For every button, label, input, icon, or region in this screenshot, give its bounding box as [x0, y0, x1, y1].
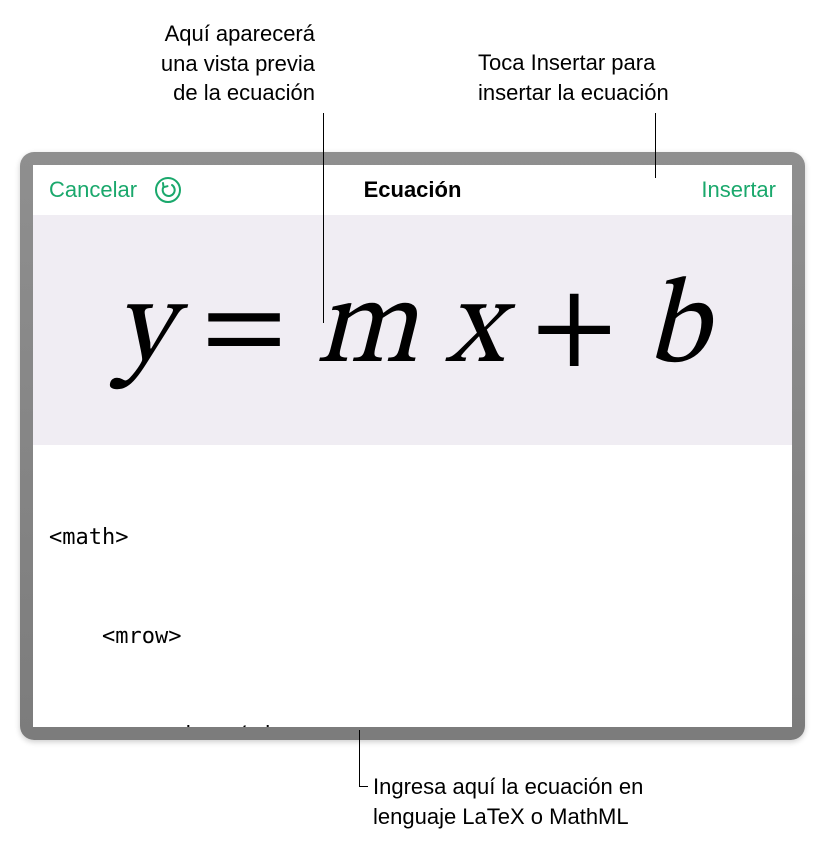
callout-leader	[323, 113, 324, 323]
equation-dialog: Cancelar Ecuación Insertar y = m x + b	[20, 152, 805, 740]
code-line: <mrow>	[49, 620, 776, 653]
code-line: <math>	[49, 521, 776, 554]
equation-code-input[interactable]: <math> <mrow> <mi>y</mi> <mo>=</mo> <mi>…	[33, 445, 792, 727]
cancel-button[interactable]: Cancelar	[49, 177, 137, 203]
equation-dialog-inner: Cancelar Ecuación Insertar y = m x + b	[33, 165, 792, 727]
eq-term-b: b	[645, 270, 710, 390]
callout-leader	[655, 113, 656, 178]
eq-term-m: m	[315, 270, 419, 390]
equation-rendered: y = m x + b	[115, 270, 710, 390]
eq-term-x: x	[446, 270, 505, 390]
callout-insert: Toca Insertar para insertar la ecuación	[478, 48, 788, 107]
undo-icon[interactable]	[153, 175, 183, 205]
eq-term-y: y	[115, 270, 175, 390]
code-line: <mi>y</mi>	[49, 719, 776, 727]
callout-leader	[359, 730, 360, 787]
callout-leader	[359, 786, 368, 787]
eq-term-eq: =	[201, 270, 289, 390]
toolbar: Cancelar Ecuación Insertar	[33, 165, 792, 215]
equation-preview: y = m x + b	[33, 215, 792, 445]
callout-code: Ingresa aquí la ecuación en lenguaje LaT…	[373, 772, 793, 831]
dialog-title: Ecuación	[364, 177, 462, 203]
insert-button[interactable]: Insertar	[701, 177, 776, 203]
callout-preview: Aquí aparecerá una vista previa de la ec…	[90, 19, 315, 108]
eq-term-plus: +	[531, 270, 619, 390]
